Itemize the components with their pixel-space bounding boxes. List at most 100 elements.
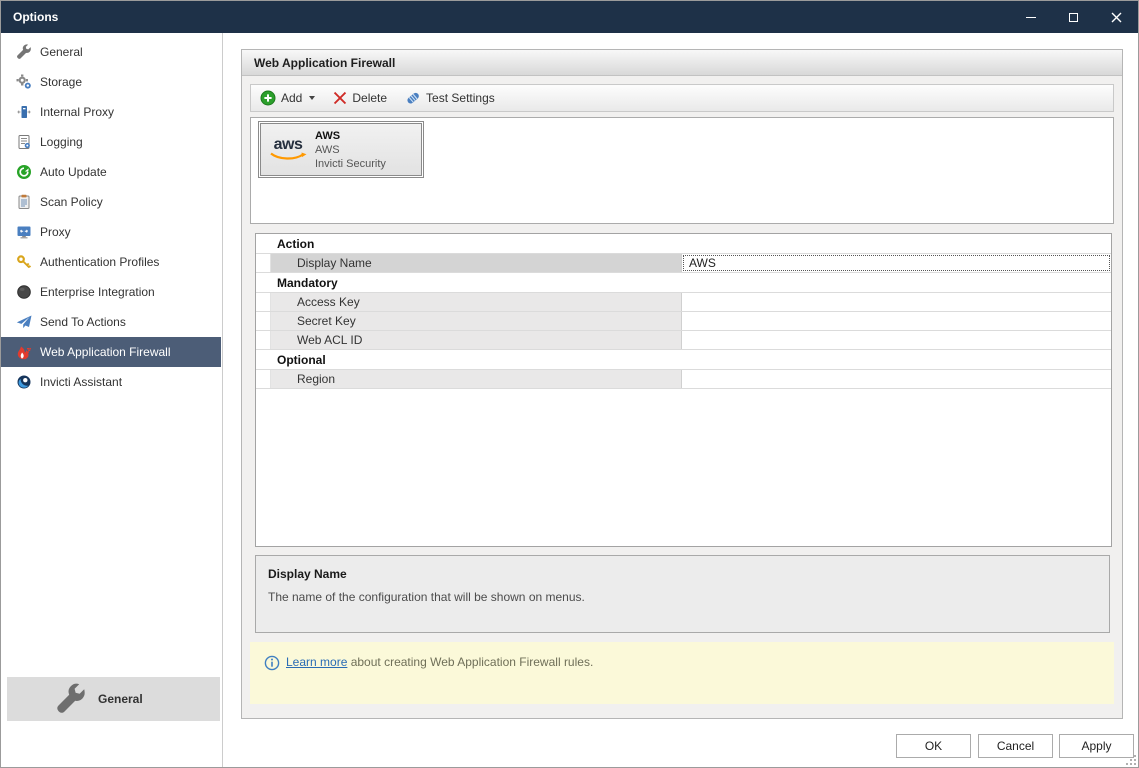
property-label[interactable]: Web ACL ID	[271, 331, 682, 349]
log-document-icon	[15, 134, 32, 151]
property-row-region[interactable]: Region	[256, 370, 1111, 389]
wrench-large-icon	[55, 682, 89, 716]
add-icon	[260, 90, 276, 106]
property-value-input[interactable]	[682, 293, 1111, 311]
sidebar-item-label: Logging	[40, 135, 83, 149]
property-value-input[interactable]	[682, 370, 1111, 388]
maximize-button[interactable]	[1052, 1, 1095, 33]
property-label[interactable]: Secret Key	[271, 312, 682, 330]
title-bar: Options	[1, 1, 1138, 33]
category-optional[interactable]: Optional	[256, 350, 1111, 370]
groupbox-title: Web Application Firewall	[254, 56, 395, 70]
aws-smile-icon	[269, 152, 307, 162]
wrench-icon	[15, 44, 32, 61]
property-value-input[interactable]	[682, 312, 1111, 330]
property-label[interactable]: Region	[271, 370, 682, 388]
row-gutter	[256, 293, 271, 311]
waf-card-vendor: Invicti Security	[315, 157, 386, 171]
sidebar-item-storage[interactable]: Storage	[1, 67, 221, 97]
add-button[interactable]: Add	[260, 90, 315, 106]
info-icon	[264, 655, 280, 671]
sidebar-item-label: Invicti Assistant	[40, 375, 122, 389]
property-row-web-acl-id[interactable]: Web ACL ID	[256, 331, 1111, 350]
sidebar-item-label: Scan Policy	[40, 195, 103, 209]
sidebar-item-label: Storage	[40, 75, 82, 89]
minimize-button[interactable]	[1009, 1, 1052, 33]
options-dialog: Options General Storage	[0, 0, 1139, 768]
sidebar-item-invicti-assistant[interactable]: Invicti Assistant	[1, 367, 221, 397]
property-label[interactable]: Access Key	[271, 293, 682, 311]
resize-grip[interactable]	[1126, 755, 1136, 765]
info-text-rest: about creating Web Application Firewall …	[347, 655, 593, 669]
delete-icon	[333, 91, 347, 105]
sidebar-item-general[interactable]: General	[1, 37, 221, 67]
waf-card-text: AWS AWS Invicti Security	[315, 129, 386, 171]
key-icon	[15, 254, 32, 271]
description-title: Display Name	[268, 567, 1109, 581]
sidebar-item-send-to-actions[interactable]: Send To Actions	[1, 307, 221, 337]
row-gutter	[256, 312, 271, 330]
test-settings-button-label: Test Settings	[426, 91, 495, 105]
property-value-input[interactable]: AWS	[682, 254, 1111, 272]
info-text: Learn more about creating Web Applicatio…	[286, 655, 593, 669]
sidebar-footer-label: General	[98, 692, 143, 706]
ok-button[interactable]: OK	[896, 734, 971, 758]
property-row-access-key[interactable]: Access Key	[256, 293, 1111, 312]
sidebar-item-label: Auto Update	[40, 165, 107, 179]
dark-globe-icon	[15, 284, 32, 301]
sidebar-item-label: Proxy	[40, 225, 71, 239]
refresh-icon	[15, 164, 32, 181]
sidebar-item-label: Authentication Profiles	[40, 255, 159, 269]
test-settings-icon	[405, 90, 421, 106]
category-action[interactable]: Action	[256, 234, 1111, 254]
gears-icon	[15, 74, 32, 91]
waf-list: aws AWS AWS Invicti Security	[250, 117, 1114, 224]
waf-card-aws[interactable]: aws AWS AWS Invicti Security	[260, 123, 422, 176]
row-gutter	[256, 331, 271, 349]
test-settings-button[interactable]: Test Settings	[405, 90, 495, 106]
sidebar-item-authentication-profiles[interactable]: Authentication Profiles	[1, 247, 221, 277]
sidebar-item-label: Web Application Firewall	[40, 345, 171, 359]
learn-more-link[interactable]: Learn more	[286, 655, 347, 669]
assistant-icon	[15, 374, 32, 391]
add-button-label: Add	[281, 91, 302, 105]
description-text: The name of the configuration that will …	[268, 590, 1109, 604]
aws-logo-text: aws	[274, 138, 303, 152]
window-controls	[1009, 1, 1138, 33]
sidebar-item-proxy[interactable]: Proxy	[1, 217, 221, 247]
sidebar-nav: General Storage Internal Proxy Logging	[1, 37, 221, 397]
property-row-display-name[interactable]: Display Name AWS	[256, 254, 1111, 273]
paper-plane-icon	[15, 314, 32, 331]
close-icon	[1111, 12, 1122, 23]
property-description-panel: Display Name The name of the configurati…	[255, 555, 1110, 633]
waf-card-name: AWS	[315, 129, 386, 143]
delete-button-label: Delete	[352, 91, 387, 105]
row-gutter	[256, 254, 271, 272]
sidebar-item-label: Send To Actions	[40, 315, 126, 329]
category-mandatory[interactable]: Mandatory	[256, 273, 1111, 293]
delete-button[interactable]: Delete	[333, 91, 387, 105]
apply-button[interactable]: Apply	[1059, 734, 1134, 758]
close-button[interactable]	[1095, 1, 1138, 33]
sidebar-footer-general: General	[7, 677, 220, 721]
sidebar-item-scan-policy[interactable]: Scan Policy	[1, 187, 221, 217]
category-label: Action	[277, 237, 314, 251]
flame-icon	[15, 344, 32, 361]
property-value-input[interactable]	[682, 331, 1111, 349]
sidebar-item-logging[interactable]: Logging	[1, 127, 221, 157]
cancel-button[interactable]: Cancel	[978, 734, 1053, 758]
sidebar-item-web-application-firewall[interactable]: Web Application Firewall	[1, 337, 221, 367]
property-grid: Action Display Name AWS Mandatory Access…	[255, 233, 1112, 547]
sidebar-item-auto-update[interactable]: Auto Update	[1, 157, 221, 187]
groupbox-header: Web Application Firewall	[242, 50, 1122, 76]
property-label[interactable]: Display Name	[271, 254, 682, 272]
info-bar: Learn more about creating Web Applicatio…	[250, 642, 1114, 704]
aws-logo: aws	[261, 138, 315, 162]
category-label: Mandatory	[277, 276, 338, 290]
property-row-secret-key[interactable]: Secret Key	[256, 312, 1111, 331]
waf-toolbar: Add Delete Test Settings	[250, 84, 1114, 112]
sidebar-item-label: General	[40, 45, 83, 59]
sidebar-item-enterprise-integration[interactable]: Enterprise Integration	[1, 277, 221, 307]
sidebar-item-internal-proxy[interactable]: Internal Proxy	[1, 97, 221, 127]
add-dropdown-caret-icon	[309, 96, 315, 100]
